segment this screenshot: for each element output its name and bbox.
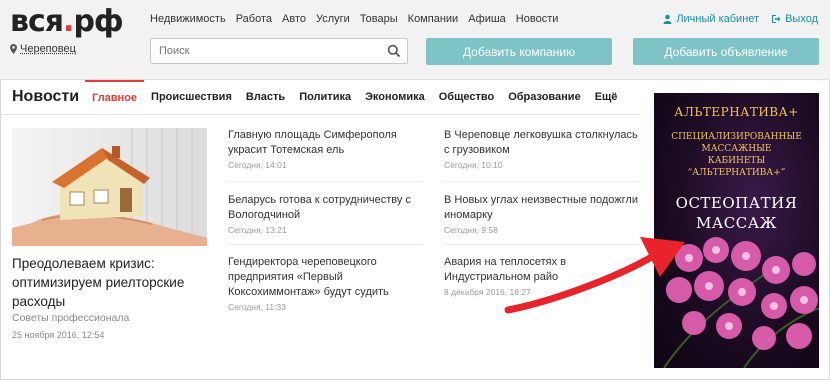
tab-politics[interactable]: Политика: [292, 80, 358, 114]
nav-auto[interactable]: Авто: [282, 13, 306, 25]
nav-goods[interactable]: Товары: [360, 13, 398, 25]
featured-news-title[interactable]: Преодолеваем кризис: оптимизируем риелто…: [12, 254, 202, 311]
news-title: Гендиректора череповецкого предприятия «…: [228, 256, 389, 298]
news-title: В Новых углах неизвестные подожгли инома…: [444, 194, 638, 221]
news-date: 8 декабря 2016, 16:27: [444, 287, 531, 297]
site-logo[interactable]: вся.рф: [10, 4, 124, 39]
news-date: Сегодня, 14:01: [228, 160, 287, 170]
search-box: [150, 38, 408, 64]
list-item[interactable]: В Череповце легковушка столкнулась с гру…: [444, 128, 644, 170]
add-ad-button[interactable]: Добавить объявление: [633, 38, 819, 65]
news-title: В Череповце легковушка столкнулась с гру…: [444, 129, 638, 156]
ad-headline: ОСТЕОПАТИЯ МАССАЖ: [654, 193, 819, 233]
list-item[interactable]: Главную площадь Симферополя украсит Тоте…: [228, 128, 428, 170]
news-title: Главную площадь Симферополя украсит Тоте…: [228, 129, 397, 156]
news-divider: [444, 244, 639, 245]
news-title: Авария на теплосетях в Индустриальном ра…: [444, 256, 566, 283]
news-date: Сегодня, 9:58: [444, 225, 498, 235]
ad-subtitle-line: КАБИНЕТЫ: [707, 156, 766, 166]
news-divider: [228, 181, 423, 182]
top-navigation: Недвижимость Работа Авто Услуги Товары К…: [150, 13, 568, 25]
news-date: Сегодня, 11:33: [228, 302, 286, 312]
ad-subtitle: СПЕЦИАЛИЗИРОВАННЫЕ МАССАЖНЫЕ КАБИНЕТЫ “А…: [654, 131, 819, 179]
user-links: Личный кабинет Выход: [663, 13, 818, 25]
nav-poster[interactable]: Афиша: [468, 13, 506, 25]
cabinet-link[interactable]: Личный кабинет: [663, 13, 759, 25]
add-company-button[interactable]: Добавить компанию: [426, 38, 612, 65]
news-title: Беларусь готова к сотрудничеству с Волог…: [228, 194, 411, 221]
tab-main[interactable]: Главное: [85, 80, 145, 114]
logout-label: Выход: [785, 13, 818, 25]
list-item[interactable]: В Новых углах неизвестные подожгли инома…: [444, 193, 644, 235]
news-date: Сегодня, 13:21: [228, 225, 287, 235]
cabinet-label: Личный кабинет: [676, 13, 760, 25]
ad-banner[interactable]: АЛЬТЕРНАТИВА+ СПЕЦИАЛИЗИРОВАННЫЕ МАССАЖН…: [654, 93, 819, 368]
nav-services[interactable]: Услуги: [316, 13, 350, 25]
featured-news-date: 25 ноября 2016, 12:54: [12, 330, 105, 340]
nav-companies[interactable]: Компании: [408, 13, 459, 25]
list-item[interactable]: Беларусь готова к сотрудничеству с Волог…: [228, 193, 428, 235]
ad-subtitle-line: СПЕЦИАЛИЗИРОВАННЫЕ: [671, 132, 802, 142]
city-name: Череповец: [20, 43, 76, 55]
tab-society[interactable]: Общество: [432, 80, 501, 114]
user-icon: [663, 14, 672, 24]
nav-news[interactable]: Новости: [516, 13, 559, 25]
tab-education[interactable]: Образование: [501, 80, 588, 114]
ad-subtitle-line: МАССАЖНЫЕ: [701, 144, 772, 154]
site-header: вся.рф Недвижимость Работа Авто Услуги Т…: [0, 0, 830, 80]
tab-incidents[interactable]: Происшествия: [144, 80, 239, 114]
search-icon[interactable]: [387, 44, 401, 58]
ad-headline-line: ОСТЕОПАТИЯ: [675, 194, 798, 212]
news-date: Сегодня, 10:10: [444, 160, 503, 170]
logout-link[interactable]: Выход: [771, 13, 818, 25]
logout-icon: [772, 15, 781, 23]
tabs-divider: [0, 114, 640, 115]
featured-news-source: Советы профессионала: [12, 312, 130, 324]
news-divider: [444, 181, 639, 182]
news-divider: [228, 244, 423, 245]
news-tabs: Главное Происшествия Власть Политика Эко…: [85, 80, 624, 114]
list-item[interactable]: Авария на теплосетях в Индустриальном ра…: [444, 255, 644, 297]
tab-authority[interactable]: Власть: [239, 80, 292, 114]
list-item[interactable]: Гендиректора череповецкого предприятия «…: [228, 255, 428, 312]
ad-brand: АЛЬТЕРНАТИВА+: [674, 105, 799, 119]
featured-news-image[interactable]: [12, 128, 207, 246]
city-selector[interactable]: Череповец: [10, 43, 76, 55]
orchid-image: [663, 237, 819, 368]
ad-subtitle-line: “АЛЬТЕРНАТИВА+”: [687, 168, 786, 178]
location-pin-icon: [10, 44, 17, 54]
nav-jobs[interactable]: Работа: [236, 13, 272, 25]
nav-realty[interactable]: Недвижимость: [150, 13, 226, 25]
search-input[interactable]: [151, 39, 371, 63]
tab-economy[interactable]: Экономика: [358, 80, 432, 114]
tab-more[interactable]: Ещё: [588, 80, 625, 114]
news-section-title: Новости: [12, 88, 80, 105]
